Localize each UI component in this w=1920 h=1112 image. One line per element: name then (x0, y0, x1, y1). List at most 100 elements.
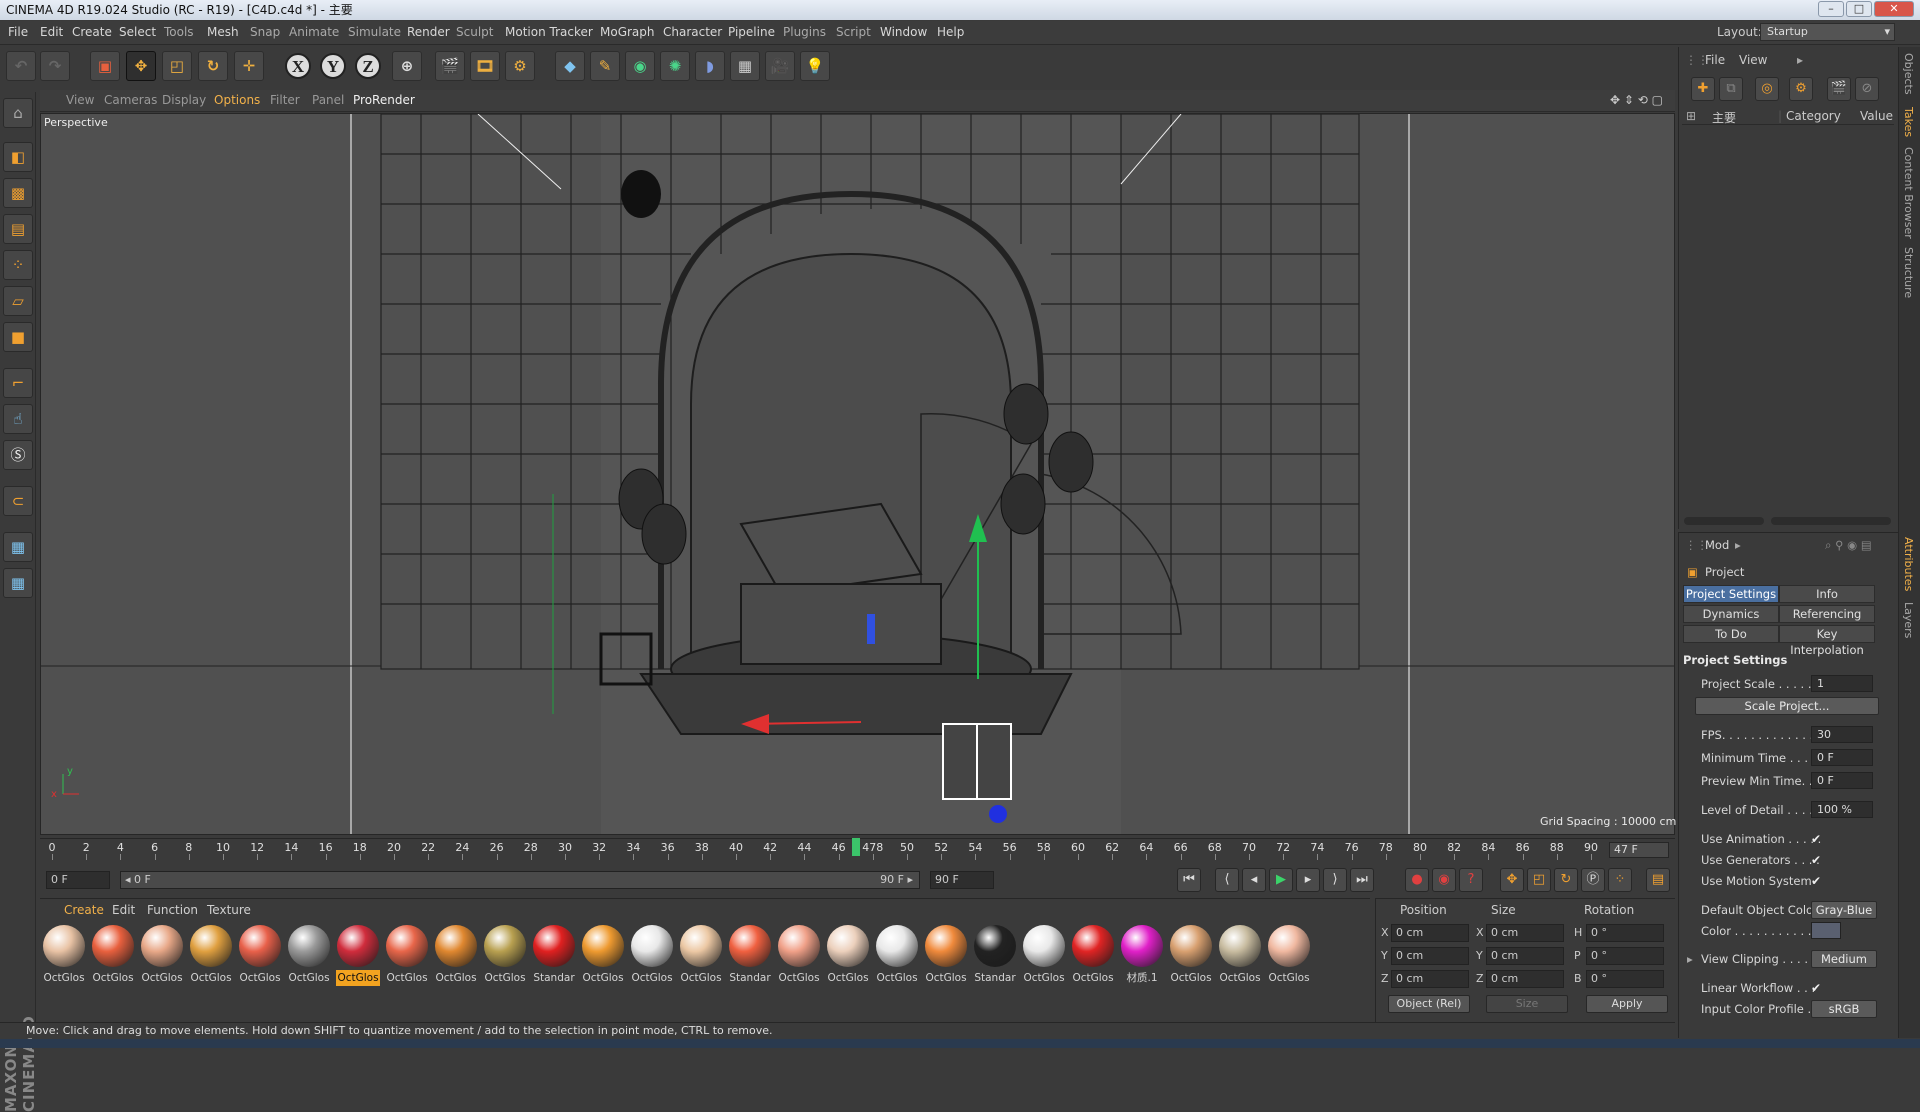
object-menu-file[interactable]: File (1705, 53, 1725, 67)
size-x-field[interactable]: 0 cm (1486, 924, 1564, 942)
material-swatch[interactable]: OctGlos (1218, 925, 1262, 987)
material-swatch[interactable]: OctGlos (630, 925, 674, 987)
play-icon[interactable]: ▶ (1269, 868, 1293, 892)
size-mode-dropdown[interactable]: Size (1486, 995, 1568, 1013)
material-swatch[interactable]: OctGlos (385, 925, 429, 987)
tab-project-settings[interactable]: Project Settings (1683, 585, 1779, 603)
material-swatch[interactable]: Standar (532, 925, 576, 987)
go-to-end-icon[interactable]: ⏭ (1350, 868, 1374, 892)
menu-edit[interactable]: Edit (40, 25, 63, 39)
tab-referencing[interactable]: Referencing (1779, 605, 1875, 623)
layout-dropdown[interactable]: Startup ▾ (1760, 23, 1895, 41)
live-selection-icon[interactable]: ▣ (90, 51, 120, 81)
frame-range-slider[interactable]: ◂ 0 F 90 F ▸ (120, 871, 920, 889)
light-icon[interactable]: 💡 (800, 51, 830, 81)
material-swatch[interactable]: OctGlos (777, 925, 821, 987)
cube-primitive-icon[interactable]: ◆ (555, 51, 585, 81)
tweak-mode-icon[interactable]: ☝ (3, 404, 33, 434)
scale-tool-icon[interactable]: ◰ (162, 51, 192, 81)
record-parameter-icon[interactable]: Ⓟ (1581, 868, 1605, 892)
menu-help[interactable]: Help (937, 25, 964, 39)
menu-character[interactable]: Character (663, 25, 722, 39)
level-of-detail-field[interactable]: 100 % (1811, 801, 1873, 818)
side-tab-attributes[interactable]: Attributes (1902, 537, 1915, 591)
input-color-profile-dropdown[interactable]: sRGB (1811, 1000, 1877, 1018)
material-swatch[interactable]: OctGlos (1071, 925, 1115, 987)
material-swatch[interactable]: OctGlos (434, 925, 478, 987)
lock-workplane-icon[interactable]: ▦ (3, 532, 33, 562)
attribute-mode-menu[interactable]: Mod (1705, 538, 1729, 552)
snap-icon[interactable]: ⊂ (3, 486, 33, 516)
redo-icon[interactable]: ↷ (40, 51, 70, 81)
rot-p-field[interactable]: 0 ° (1586, 947, 1664, 965)
y-axis-lock-button[interactable]: Y (320, 53, 346, 79)
material-swatch[interactable]: Standar (728, 925, 772, 987)
tab-dynamics[interactable]: Dynamics (1683, 605, 1779, 623)
size-z-field[interactable]: 0 cm (1486, 970, 1564, 988)
record-rotation-icon[interactable]: ↻ (1554, 868, 1578, 892)
material-swatch[interactable]: OctGlos (140, 925, 184, 987)
rotate-tool-icon[interactable]: ↻ (198, 51, 228, 81)
side-tab-content-browser[interactable]: Content Browser (1902, 147, 1915, 239)
record-scale-icon[interactable]: ◰ (1527, 868, 1551, 892)
current-frame-field[interactable]: 47 F (1609, 842, 1669, 858)
material-menu-function[interactable]: Function (147, 903, 198, 917)
object-menu-more-icon[interactable]: ▸ (1797, 53, 1803, 67)
previous-frame-icon[interactable]: ◂ (1242, 868, 1266, 892)
array-generator-icon[interactable]: ✺ (660, 51, 690, 81)
material-swatch[interactable]: OctGlos (875, 925, 919, 987)
material-swatch[interactable]: OctGlos (287, 925, 331, 987)
viewport-menu-cameras[interactable]: Cameras (104, 93, 157, 107)
material-swatch[interactable]: OctGlos (679, 925, 723, 987)
side-tab-layers[interactable]: Layers (1902, 602, 1915, 638)
menu-tools[interactable]: Tools (164, 25, 194, 39)
timeline-playhead[interactable] (851, 838, 860, 856)
use-motion-system-checkbox[interactable]: ✔ (1811, 875, 1823, 887)
take-clone-icon[interactable]: ⧉ (1719, 77, 1743, 101)
pos-y-field[interactable]: 0 cm (1391, 947, 1469, 965)
chevron-right-icon[interactable]: ▸ (1687, 952, 1693, 966)
planar-workplane-icon[interactable]: ▦ (3, 568, 33, 598)
take-lock-icon[interactable]: ⊘ (1855, 77, 1879, 101)
floor-icon[interactable]: ▦ (730, 51, 760, 81)
move-tool-icon[interactable]: ✥ (126, 51, 156, 81)
add-tool-icon[interactable]: ✛ (234, 51, 264, 81)
takes-value-column[interactable]: Value (1860, 109, 1893, 123)
linear-workflow-checkbox[interactable]: ✔ (1811, 982, 1823, 994)
menu-animate[interactable]: Animate (289, 25, 339, 39)
default-object-color-dropdown[interactable]: Gray-Blue (1811, 901, 1877, 919)
material-swatch[interactable]: OctGlos (189, 925, 233, 987)
use-generators-checkbox[interactable]: ✔ (1811, 854, 1823, 866)
min-time-field[interactable]: 0 F (1811, 749, 1873, 766)
menu-create[interactable]: Create (72, 25, 112, 39)
viewport-nav-icons[interactable]: ✥ ⇕ ⟲ ▢ (1610, 93, 1663, 107)
object-scrollbar-right[interactable] (1771, 517, 1891, 525)
max-frame-field[interactable]: 90 F (930, 871, 994, 889)
attribute-nav-icons[interactable]: ⌕ ⚲ ◉ ▤ (1825, 538, 1872, 553)
menu-mesh[interactable]: Mesh (207, 25, 239, 39)
undo-icon[interactable]: ↶ (6, 51, 36, 81)
preview-min-time-field[interactable]: 0 F (1811, 772, 1873, 789)
tab-info[interactable]: Info (1779, 585, 1875, 603)
fps-field[interactable]: 30 (1811, 726, 1873, 743)
maximize-button[interactable]: □ (1846, 1, 1872, 17)
material-swatch[interactable]: 材质.1 (1120, 925, 1164, 987)
keyframe-selection-icon[interactable]: ? (1459, 868, 1483, 892)
go-to-start-icon[interactable]: ⏮ (1177, 868, 1201, 892)
subdivision-surface-icon[interactable]: ◉ (625, 51, 655, 81)
next-frame-icon[interactable]: ▸ (1296, 868, 1320, 892)
material-swatch[interactable]: OctGlos (238, 925, 282, 987)
take-override-icon[interactable]: ◎ (1755, 77, 1779, 101)
points-mode-icon[interactable]: ⁘ (3, 250, 33, 280)
axis-mode-icon[interactable]: ⌐ (3, 368, 33, 398)
material-swatch[interactable]: OctGlos (91, 925, 135, 987)
menu-window[interactable]: Window (880, 25, 927, 39)
coordinate-mode-dropdown[interactable]: Object (Rel) (1388, 995, 1470, 1013)
material-swatch[interactable]: OctGlos (42, 925, 86, 987)
camera-icon[interactable]: 🎥 (765, 51, 795, 81)
edges-mode-icon[interactable]: ▱ (3, 286, 33, 316)
viewport-menu-view[interactable]: View (66, 93, 94, 107)
menu-pipeline[interactable]: Pipeline (728, 25, 775, 39)
z-axis-lock-button[interactable]: Z (355, 53, 381, 79)
coordinate-system-icon[interactable]: ⊕ (392, 51, 422, 81)
